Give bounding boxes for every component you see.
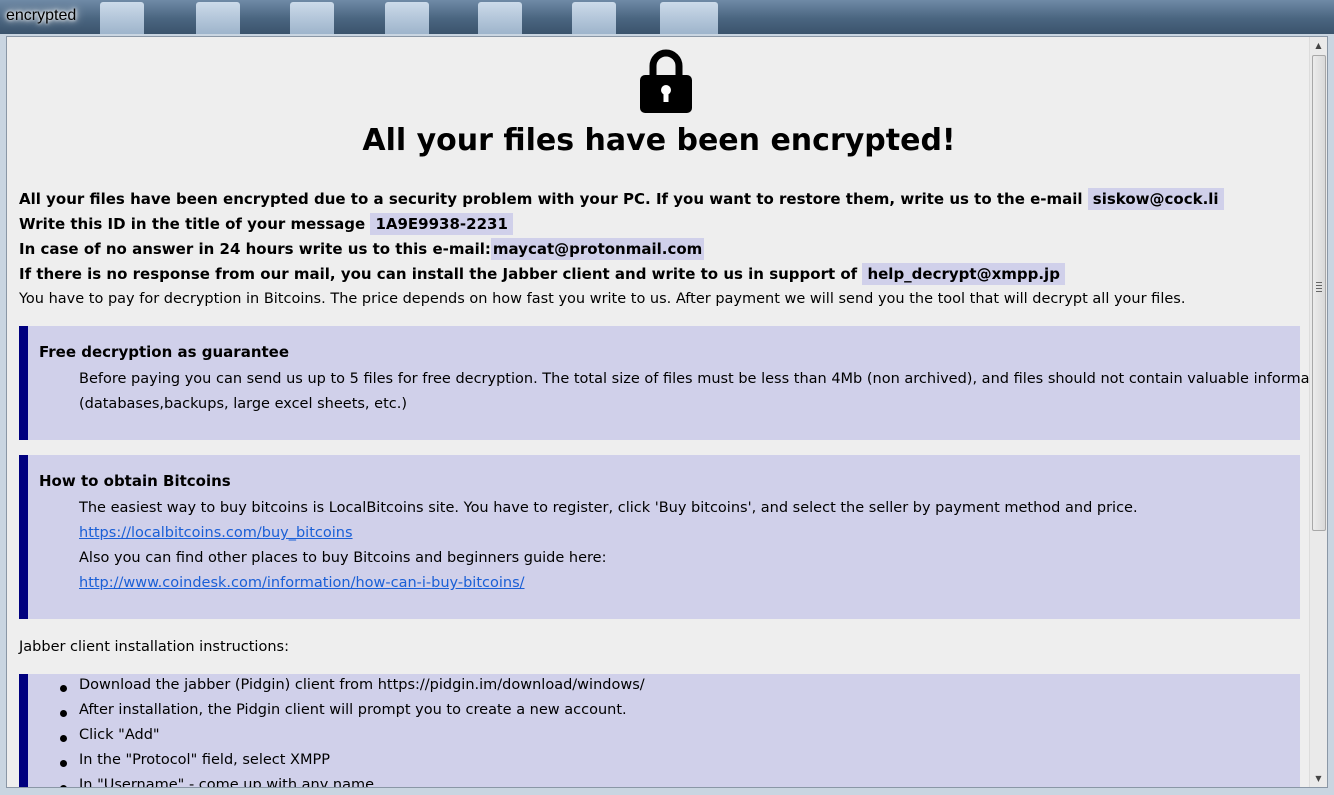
intro-text: All your files have been encrypted due t…	[19, 190, 1083, 208]
jabber-address: help_decrypt@xmpp.jp	[862, 263, 1065, 285]
intro-line-id: Write this ID in the title of your messa…	[19, 213, 513, 235]
background-icon	[478, 2, 522, 34]
box-title: How to obtain Bitcoins	[39, 472, 231, 490]
message-viewer: All your files have been encrypted! All …	[6, 36, 1328, 788]
background-icon	[385, 2, 429, 34]
list-bullet	[60, 735, 67, 742]
contact-email: siskow@cock.li	[1087, 188, 1224, 210]
message-content: All your files have been encrypted! All …	[7, 37, 1311, 788]
jabber-steps-box: Download the jabber (Pidgin) client from…	[19, 674, 1300, 788]
coindesk-link[interactable]: http://www.coindesk.com/information/how-…	[79, 575, 525, 591]
background-icon	[572, 2, 616, 34]
vertical-scrollbar[interactable]: ▲ ▼	[1309, 37, 1327, 787]
list-bullet	[60, 785, 67, 787]
scroll-up-arrow-icon[interactable]: ▲	[1310, 37, 1327, 54]
list-bullet	[60, 710, 67, 717]
list-item: Click "Add"	[79, 727, 160, 743]
intro-text: In case of no answer in 24 hours write u…	[19, 240, 491, 258]
background-icon	[100, 2, 144, 34]
backup-email: maycat@protonmail.com	[490, 238, 705, 260]
list-item: In "Username" - come up with any name	[79, 777, 375, 788]
box-title: Free decryption as guarantee	[39, 343, 290, 361]
list-item: Download the jabber (Pidgin) client from…	[79, 677, 645, 693]
page-title: All your files have been encrypted!	[362, 123, 956, 158]
bitcoins-box: How to obtain Bitcoins The easiest way t…	[19, 455, 1300, 619]
box-text: The easiest way to buy bitcoins is Local…	[79, 500, 1138, 516]
intro-text: If there is no response from our mail, y…	[19, 265, 858, 283]
intro-line-backup-email: In case of no answer in 24 hours write u…	[19, 238, 705, 260]
localbitcoins-link[interactable]: https://localbitcoins.com/buy_bitcoins	[79, 525, 353, 541]
background-icon	[196, 2, 240, 34]
grip-icon	[1316, 282, 1322, 294]
list-bullet	[60, 760, 67, 767]
list-item: After installation, the Pidgin client wi…	[79, 702, 627, 718]
victim-id: 1A9E9938-2231	[370, 213, 513, 235]
background-icon	[660, 2, 718, 34]
scrollbar-thumb[interactable]	[1312, 55, 1326, 531]
intro-line-jabber: If there is no response from our mail, y…	[19, 263, 1065, 285]
jabber-heading: Jabber client installation instructions:	[19, 639, 289, 655]
intro-text: Write this ID in the title of your messa…	[19, 215, 366, 233]
list-bullet	[60, 685, 67, 692]
box-text: Also you can find other places to buy Bi…	[79, 550, 607, 566]
list-item: In the "Protocol" field, select XMPP	[79, 752, 330, 768]
window-title: encrypted	[6, 7, 77, 24]
window-titlebar[interactable]: encrypted	[0, 0, 1334, 34]
free-decryption-box: Free decryption as guarantee Before payi…	[19, 326, 1311, 440]
background-icon	[290, 2, 334, 34]
payment-text: You have to pay for decryption in Bitcoi…	[19, 291, 1186, 307]
lock-icon	[640, 49, 692, 113]
box-text: Before paying you can send us up to 5 fi…	[79, 371, 1311, 387]
box-text: (databases,backups, large excel sheets, …	[79, 396, 407, 412]
intro-line-email: All your files have been encrypted due t…	[19, 188, 1224, 210]
scroll-down-arrow-icon[interactable]: ▼	[1310, 770, 1327, 787]
